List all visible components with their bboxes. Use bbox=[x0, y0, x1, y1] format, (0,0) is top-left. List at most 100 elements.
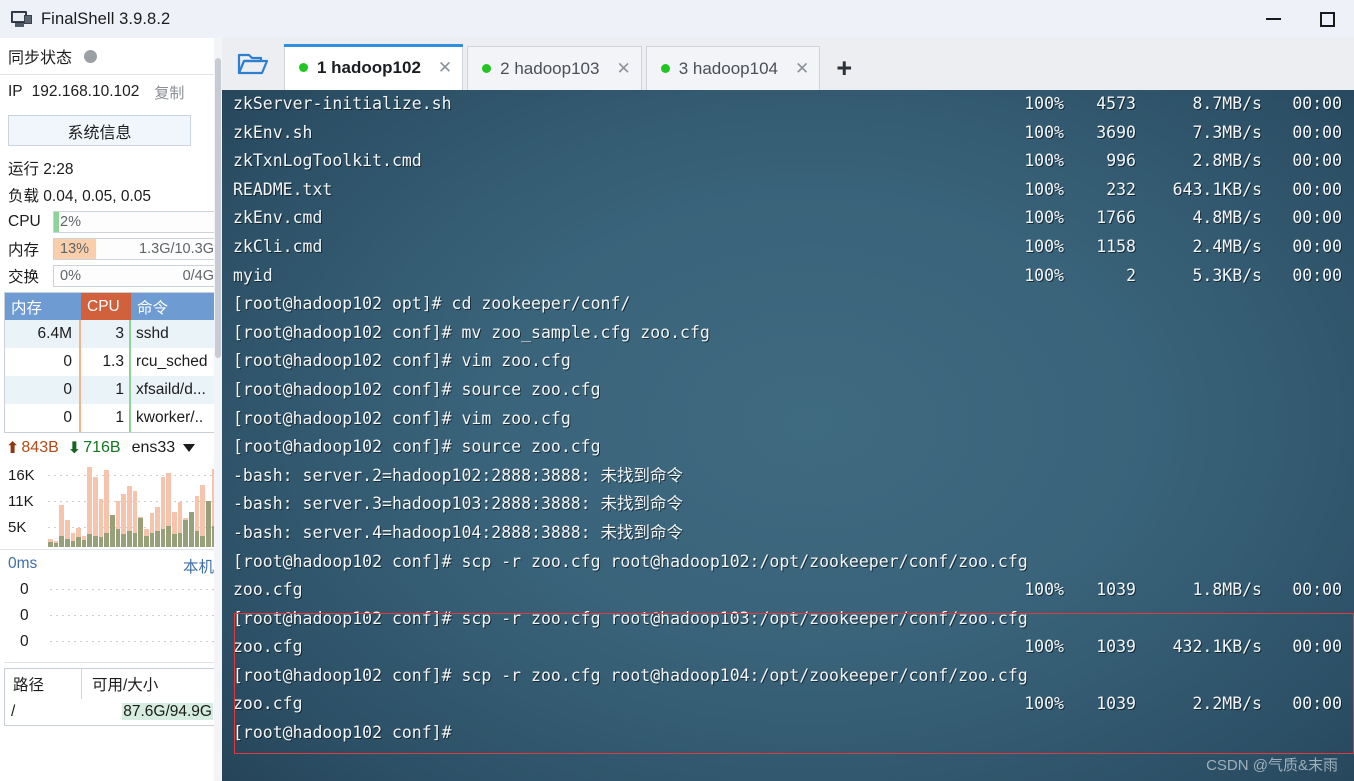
ping-latency-value: 0ms bbox=[8, 555, 38, 572]
terminal-line-text: zoo.cfg bbox=[233, 580, 303, 600]
minimize-button[interactable] bbox=[1246, 0, 1300, 38]
sidebar: 同步状态 IP 192.168.10.102 复制 系统信息 运行 2:28 负… bbox=[0, 38, 222, 781]
memory-meter-label: 内存 bbox=[8, 241, 40, 259]
terminal-line: zkCli.cmd 100% 1158 2.4MB/s 00:00 bbox=[222, 233, 1354, 262]
close-icon[interactable]: ✕ bbox=[795, 60, 809, 77]
terminal-line: [root@hadoop102 conf]# scp -r zoo.cfg ro… bbox=[222, 548, 1354, 577]
terminal-line-text: -bash: server.2=hadoop102:2888:3888: 未找到… bbox=[233, 465, 684, 485]
title-bar-left: FinalShell 3.9.8.2 bbox=[0, 10, 170, 29]
disk-avail: 87.6G/94.9G bbox=[81, 703, 217, 721]
transfer-percent: 100% bbox=[1024, 208, 1064, 228]
ip-row: IP 192.168.10.102 复制 bbox=[0, 75, 222, 109]
network-bar bbox=[81, 467, 87, 547]
process-cpu: 1 bbox=[81, 376, 131, 404]
process-header-memory[interactable]: 内存 bbox=[5, 293, 81, 320]
transfer-percent: 100% bbox=[1024, 265, 1064, 285]
terminal-line: zoo.cfg 100% 1039 1.8MB/s 00:00 bbox=[222, 576, 1354, 605]
add-tab-button[interactable]: + bbox=[824, 46, 864, 90]
open-folder-button[interactable] bbox=[222, 38, 284, 90]
transfer-time: 00:00 bbox=[1292, 694, 1342, 714]
terminal-output[interactable]: zkServer-initialize.sh 100% 4573 8.7MB/s 00:… bbox=[222, 90, 1354, 781]
disk-avail-value: 87.6G/94.9G bbox=[122, 703, 213, 720]
transfer-stats: 100% 996 2.8MB/s 00:00 bbox=[1004, 147, 1342, 176]
transfer-percent: 100% bbox=[1024, 122, 1064, 142]
network-chart: 16K 11K 5K bbox=[4, 465, 218, 549]
copy-ip-button[interactable]: 复制 bbox=[154, 82, 184, 103]
network-bar bbox=[76, 467, 81, 547]
terminal-line: zoo.cfg 100% 1039 432.1KB/s 00:00 bbox=[222, 633, 1354, 662]
disk-header-path[interactable]: 路径 bbox=[5, 673, 81, 695]
caret-down-icon[interactable] bbox=[183, 444, 196, 452]
terminal-line: [root@hadoop102 conf]# mv zoo_sample.cfg… bbox=[222, 319, 1354, 348]
network-bar bbox=[177, 467, 183, 547]
transfer-time: 00:00 bbox=[1292, 637, 1342, 657]
memory-meter: 13% 1.3G/10.3G bbox=[53, 237, 222, 260]
terminal-line-text: [root@hadoop102 conf]# scp -r zoo.cfg ro… bbox=[233, 665, 1028, 685]
network-bar bbox=[59, 467, 64, 547]
cpu-meter-fill bbox=[54, 211, 59, 232]
transfer-percent: 100% bbox=[1024, 151, 1064, 171]
table-row[interactable]: / 87.6G/94.9G bbox=[5, 699, 217, 725]
transfer-time: 00:00 bbox=[1292, 580, 1342, 600]
tab-bar: 1 hadoop102 ✕ 2 hadoop103 ✕ 3 hadoop104 … bbox=[222, 38, 1354, 90]
network-bar bbox=[160, 467, 166, 547]
process-command: sshd bbox=[136, 325, 169, 342]
transfer-size: 4573 bbox=[1096, 94, 1136, 113]
tab-hadoop104[interactable]: 3 hadoop104 ✕ bbox=[645, 46, 821, 90]
green-dot-icon bbox=[482, 64, 492, 73]
process-table-header: 内存 CPU 命令 bbox=[5, 293, 217, 320]
arrow-down-icon: ⬇ bbox=[67, 440, 82, 457]
close-icon[interactable]: ✕ bbox=[438, 59, 452, 76]
terminal-line: -bash: server.3=hadoop103:2888:3888: 未找到… bbox=[222, 490, 1354, 519]
gridline bbox=[50, 589, 214, 590]
transfer-time: 00:00 bbox=[1292, 265, 1342, 285]
terminal-line: [root@hadoop102 conf]# bbox=[222, 719, 1354, 748]
table-row[interactable]: 6.4M 3 sshd bbox=[5, 320, 217, 348]
gridline bbox=[50, 615, 214, 616]
transfer-speed: 8.7MB/s bbox=[1192, 94, 1262, 113]
process-header-cpu[interactable]: CPU bbox=[81, 293, 131, 320]
process-header-command[interactable]: 命令 bbox=[131, 293, 217, 320]
tab-hadoop103[interactable]: 2 hadoop103 ✕ bbox=[467, 46, 642, 90]
network-bar bbox=[205, 467, 211, 547]
system-info-button[interactable]: 系统信息 bbox=[8, 115, 191, 146]
terminal-line-text: zkTxnLogToolkit.cmd bbox=[233, 151, 422, 171]
load-label: 负载 0.04, 0.05, 0.05 bbox=[8, 187, 152, 205]
close-icon[interactable]: ✕ bbox=[616, 60, 630, 77]
maximize-button[interactable] bbox=[1300, 0, 1354, 38]
swap-meter: 0% 0/4G bbox=[53, 264, 222, 287]
open-folder-icon bbox=[237, 53, 269, 75]
network-bar bbox=[200, 467, 205, 547]
network-download-value: 716B bbox=[83, 439, 121, 456]
transfer-speed: 4.8MB/s bbox=[1192, 208, 1262, 228]
terminal-line: [root@hadoop102 opt]# cd zookeeper/conf/ bbox=[222, 290, 1354, 319]
network-bar bbox=[98, 467, 104, 547]
divider bbox=[0, 549, 222, 550]
process-command: xfsaild/d... bbox=[136, 381, 206, 398]
network-bar bbox=[155, 467, 160, 547]
transfer-size: 1039 bbox=[1096, 694, 1136, 714]
network-bar bbox=[93, 467, 98, 547]
window-controls bbox=[1246, 0, 1354, 38]
table-row[interactable]: 0 1.3 rcu_sched bbox=[5, 348, 217, 376]
network-bar bbox=[126, 467, 132, 547]
sync-status-row: 同步状态 bbox=[0, 38, 222, 74]
cpu-meter-label: CPU bbox=[8, 212, 41, 230]
table-row[interactable]: 0 1 kworker/.. bbox=[5, 404, 217, 432]
swap-meter-detail: 0/4G bbox=[182, 267, 214, 284]
sidebar-scrollbar[interactable] bbox=[214, 38, 222, 781]
transfer-stats: 100% 4573 8.7MB/s 00:00 bbox=[1004, 90, 1342, 119]
transfer-speed: 1.8MB/s bbox=[1192, 580, 1262, 600]
tab-hadoop102[interactable]: 1 hadoop102 ✕ bbox=[284, 44, 464, 90]
process-cpu: 1.3 bbox=[81, 348, 131, 376]
network-stats-row[interactable]: ⬆ 843B ⬇ 716B ens33 bbox=[0, 433, 222, 463]
process-cpu: 3 bbox=[81, 320, 131, 348]
terminal-line-text: [root@hadoop102 conf]# mv zoo_sample.cfg… bbox=[233, 322, 710, 342]
disk-header-avail[interactable]: 可用/大小 bbox=[81, 669, 217, 699]
transfer-time: 00:00 bbox=[1292, 151, 1342, 171]
sidebar-scrollbar-thumb[interactable] bbox=[215, 58, 221, 358]
table-row[interactable]: 0 1 xfsaild/d... bbox=[5, 376, 217, 404]
ip-value: 192.168.10.102 bbox=[31, 83, 140, 100]
transfer-speed: 5.3KB/s bbox=[1192, 265, 1262, 285]
network-bar bbox=[183, 467, 189, 547]
